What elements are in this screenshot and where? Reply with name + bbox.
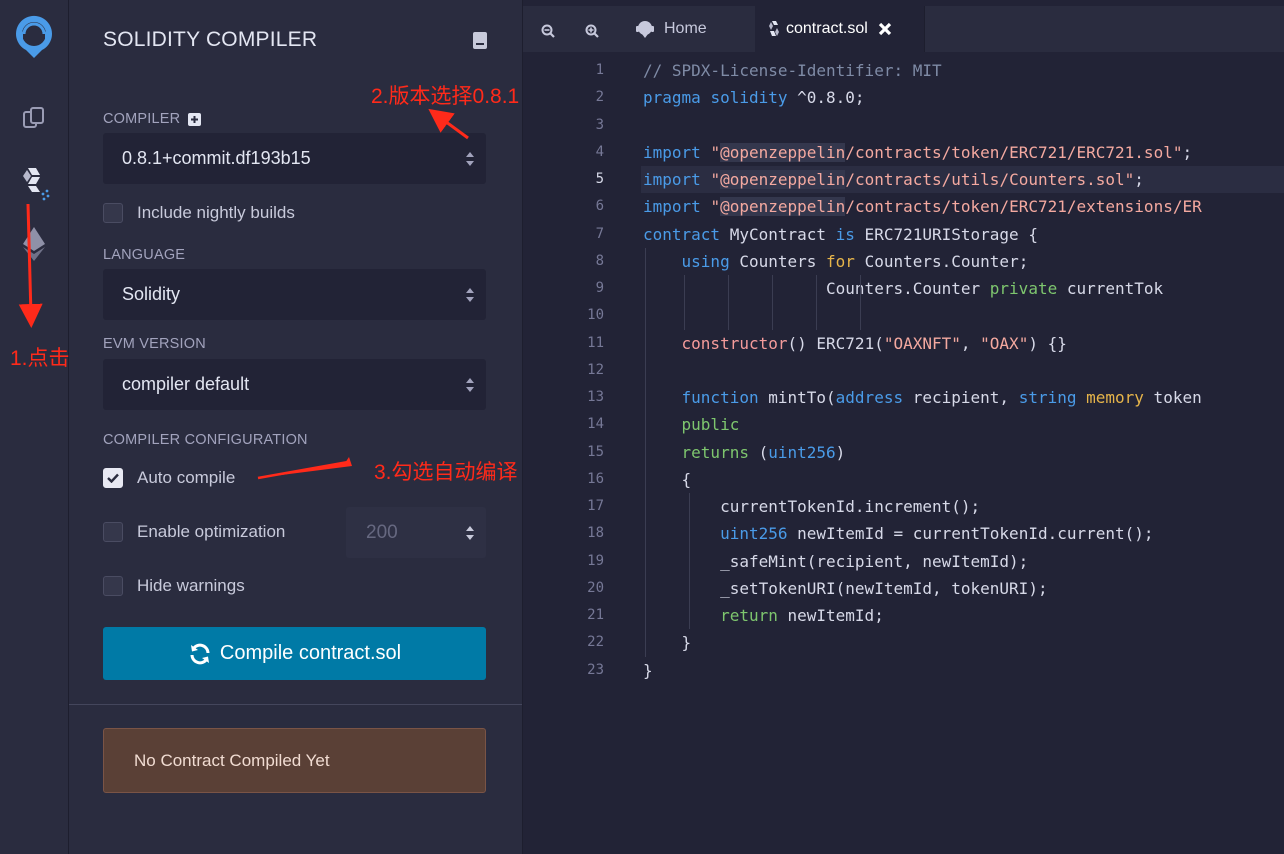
arrow-step1 bbox=[18, 203, 43, 328]
annotation-step3: 3.勾选自动编译 bbox=[374, 461, 518, 484]
remix-ide: SOLIDITY COMPILER COMPILER 0.8.1+commit.… bbox=[0, 0, 1284, 854]
annotation-step2: 2.版本选择0.8.1 bbox=[371, 85, 520, 108]
annotation-arrows bbox=[18, 108, 469, 480]
arrow-step2 bbox=[428, 108, 469, 140]
annotation-step1: 1.点击 bbox=[10, 347, 70, 370]
